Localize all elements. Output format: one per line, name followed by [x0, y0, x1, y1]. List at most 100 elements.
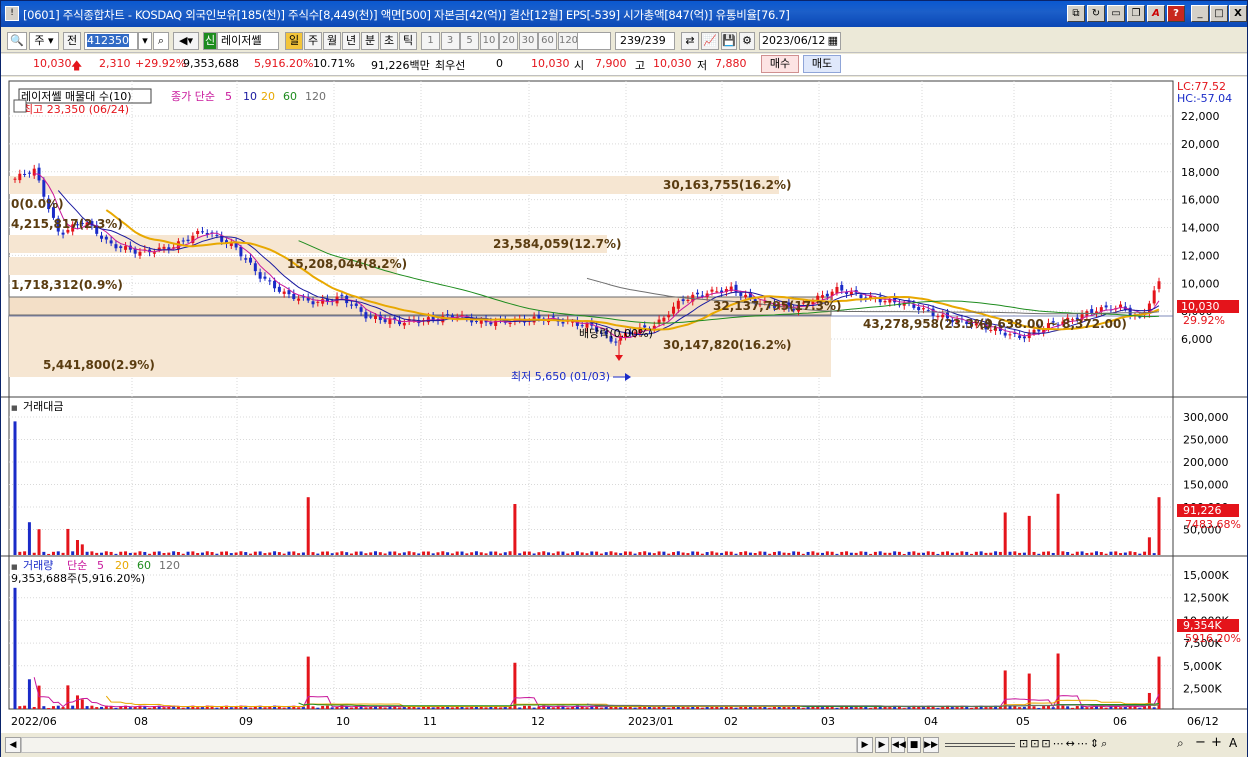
period-tab-1[interactable]: 주 [304, 32, 322, 50]
volume-bar [465, 707, 469, 709]
link-icon[interactable]: ⧉ [1067, 5, 1085, 22]
amount-bar [181, 553, 185, 555]
settings-gear-icon[interactable]: ⚙ [739, 32, 755, 50]
code-dropdown-icon[interactable]: ▾ [138, 32, 152, 50]
volume-bar [47, 708, 51, 709]
volume-bar [715, 706, 719, 709]
prev-button[interactable]: 전 [63, 32, 81, 50]
fast-forward-icon[interactable]: ▶▶ [923, 737, 939, 753]
period-tab-4[interactable]: 분 [361, 32, 379, 50]
amount-bar [436, 552, 440, 555]
interval-button-3[interactable]: 3 [440, 32, 460, 50]
maximize-button[interactable]: □ [1210, 5, 1228, 22]
refresh-icon[interactable]: ↻ [1087, 5, 1105, 22]
quote-price: 10,030 [33, 57, 72, 70]
save-icon[interactable]: 💾 [721, 32, 737, 50]
amount-bar [715, 552, 719, 555]
amount-bar [114, 553, 118, 555]
amount-ytick: 250,000 [1183, 434, 1229, 447]
chart-svg[interactable]: 22,000 20,000 18,000 16,000 14,000 12,000 10,0… [1, 77, 1247, 733]
amount-bar [854, 552, 858, 555]
interval-button-30[interactable]: 30 [518, 32, 538, 50]
amount-bar [667, 553, 671, 555]
profile-label: 23,584,059(12.7%) [493, 237, 622, 251]
minimize-button[interactable]: _ [1191, 5, 1209, 22]
font-a-icon[interactable]: A [1229, 736, 1237, 750]
candle-body [186, 239, 190, 242]
volume-bar [869, 708, 873, 709]
stop-icon[interactable]: ■ [907, 737, 921, 753]
interval-button-1[interactable]: 1 [421, 32, 440, 50]
interval-custom-input[interactable] [577, 32, 611, 50]
interval-button-20[interactable]: 20 [499, 32, 518, 50]
quote-amount: 91,226백만 [371, 59, 430, 72]
amount-bar [527, 551, 531, 555]
scroll-right-icon[interactable]: ▶ [857, 737, 873, 753]
horizontal-scrollbar[interactable] [21, 737, 857, 753]
period-tab-3[interactable]: 년 [342, 32, 360, 50]
amount-bar [787, 552, 791, 555]
amount-bar [902, 553, 906, 555]
close-button[interactable]: X [1229, 5, 1247, 22]
pin-icon[interactable]: ⇄ [681, 32, 699, 50]
amount-bar [1109, 551, 1113, 555]
candle-body [196, 230, 200, 235]
rewind-icon[interactable]: ◀◀ [891, 737, 906, 753]
window-icon[interactable]: ▭ [1107, 5, 1125, 22]
amount-bar [647, 552, 651, 555]
candle-body [340, 294, 344, 296]
amount-bar [1070, 553, 1074, 555]
volume-bar [1085, 707, 1089, 709]
amount-bar [364, 553, 368, 555]
volume-ma-period: 60 [137, 559, 151, 572]
interval-button-60[interactable]: 60 [538, 32, 557, 50]
profile-label: 43,278,958(23.3%) [863, 317, 992, 331]
copy-icon[interactable]: ❐ [1127, 5, 1145, 22]
candle-body [508, 323, 512, 325]
type-select[interactable]: 주 ▾ [29, 32, 59, 50]
scroll-left-icon[interactable]: ◀ [5, 737, 21, 753]
amount-bar [782, 552, 786, 555]
plus-icon[interactable]: + [1211, 735, 1222, 750]
speaker-icon[interactable]: ◀▾ [173, 32, 199, 50]
period-tab-0[interactable]: 일 [285, 32, 303, 50]
amount-bar [753, 552, 757, 555]
amount-bar [71, 551, 75, 555]
volume-bar [950, 707, 954, 709]
quote-low-label: 저 [697, 59, 708, 72]
volume-bar [1046, 705, 1050, 709]
date-field[interactable]: 2023/06/12 ▦ [759, 32, 841, 50]
amount-bar [378, 552, 382, 555]
volume-bar [700, 707, 704, 709]
count-field[interactable]: 239/239 [615, 32, 675, 50]
amount-bar [768, 553, 772, 555]
interval-button-5[interactable]: 5 [460, 32, 479, 50]
buy-button[interactable]: 매수 [761, 55, 799, 73]
font-button[interactable]: A [1147, 5, 1165, 22]
amount-bar [796, 551, 800, 555]
chart-icon[interactable]: 📈 [701, 32, 719, 50]
zoom-slider[interactable] [945, 743, 1015, 747]
candle-body [383, 319, 387, 323]
period-tab-6[interactable]: 틱 [399, 32, 417, 50]
chart-tool-icons[interactable]: ⊡⊡⊡⋯↔⋯⇕⌕ [1019, 737, 1109, 751]
ma-legend-period: 10 [243, 90, 257, 103]
play-icon[interactable]: ▶ [875, 737, 889, 753]
amount-bar [729, 551, 733, 555]
help-button[interactable]: ? [1167, 5, 1185, 22]
interval-button-10[interactable]: 10 [479, 32, 499, 50]
sell-button[interactable]: 매도 [803, 55, 841, 73]
stock-search-icon[interactable]: 🔍 [7, 32, 27, 50]
period-tab-2[interactable]: 월 [323, 32, 341, 50]
minus-icon[interactable]: − [1195, 735, 1206, 750]
code-input[interactable]: 412350 [84, 32, 138, 50]
zoom-out-icon[interactable]: ⌕ [1177, 736, 1184, 751]
period-tab-5[interactable]: 초 [380, 32, 398, 50]
amount-bar [143, 551, 147, 555]
profile-label: 4,215,817(2.3%) [11, 217, 123, 231]
amount-bar [388, 551, 392, 555]
chart-area[interactable]: 22,000 20,000 18,000 16,000 14,000 12,000 10,0… [1, 77, 1247, 733]
magnifier-icon[interactable]: ⌕ [153, 32, 169, 50]
window-title: [0601] 주식종합차트 - KOSDAQ 외국인보유[185(천)] 주식수… [23, 8, 790, 22]
volume-bar [513, 662, 517, 709]
